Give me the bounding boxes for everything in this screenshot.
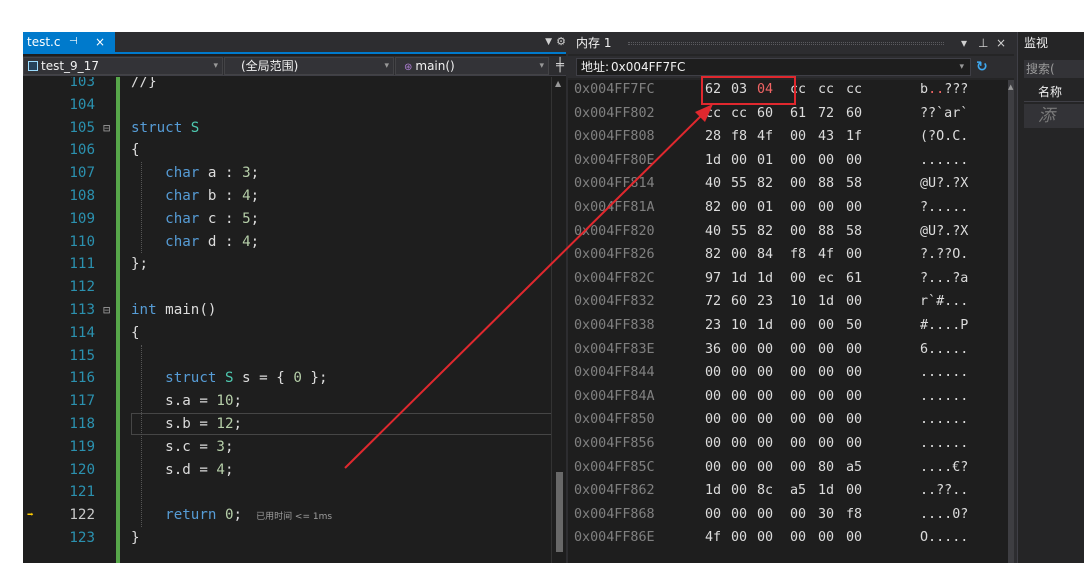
ide-window: test.c ⊣ × ▼ ⚙ test_9_17 ▾ (全局范围) ▾ ⊛ mai…	[23, 32, 1084, 563]
annotation-arrow	[344, 104, 713, 469]
arrow-line	[344, 107, 710, 469]
